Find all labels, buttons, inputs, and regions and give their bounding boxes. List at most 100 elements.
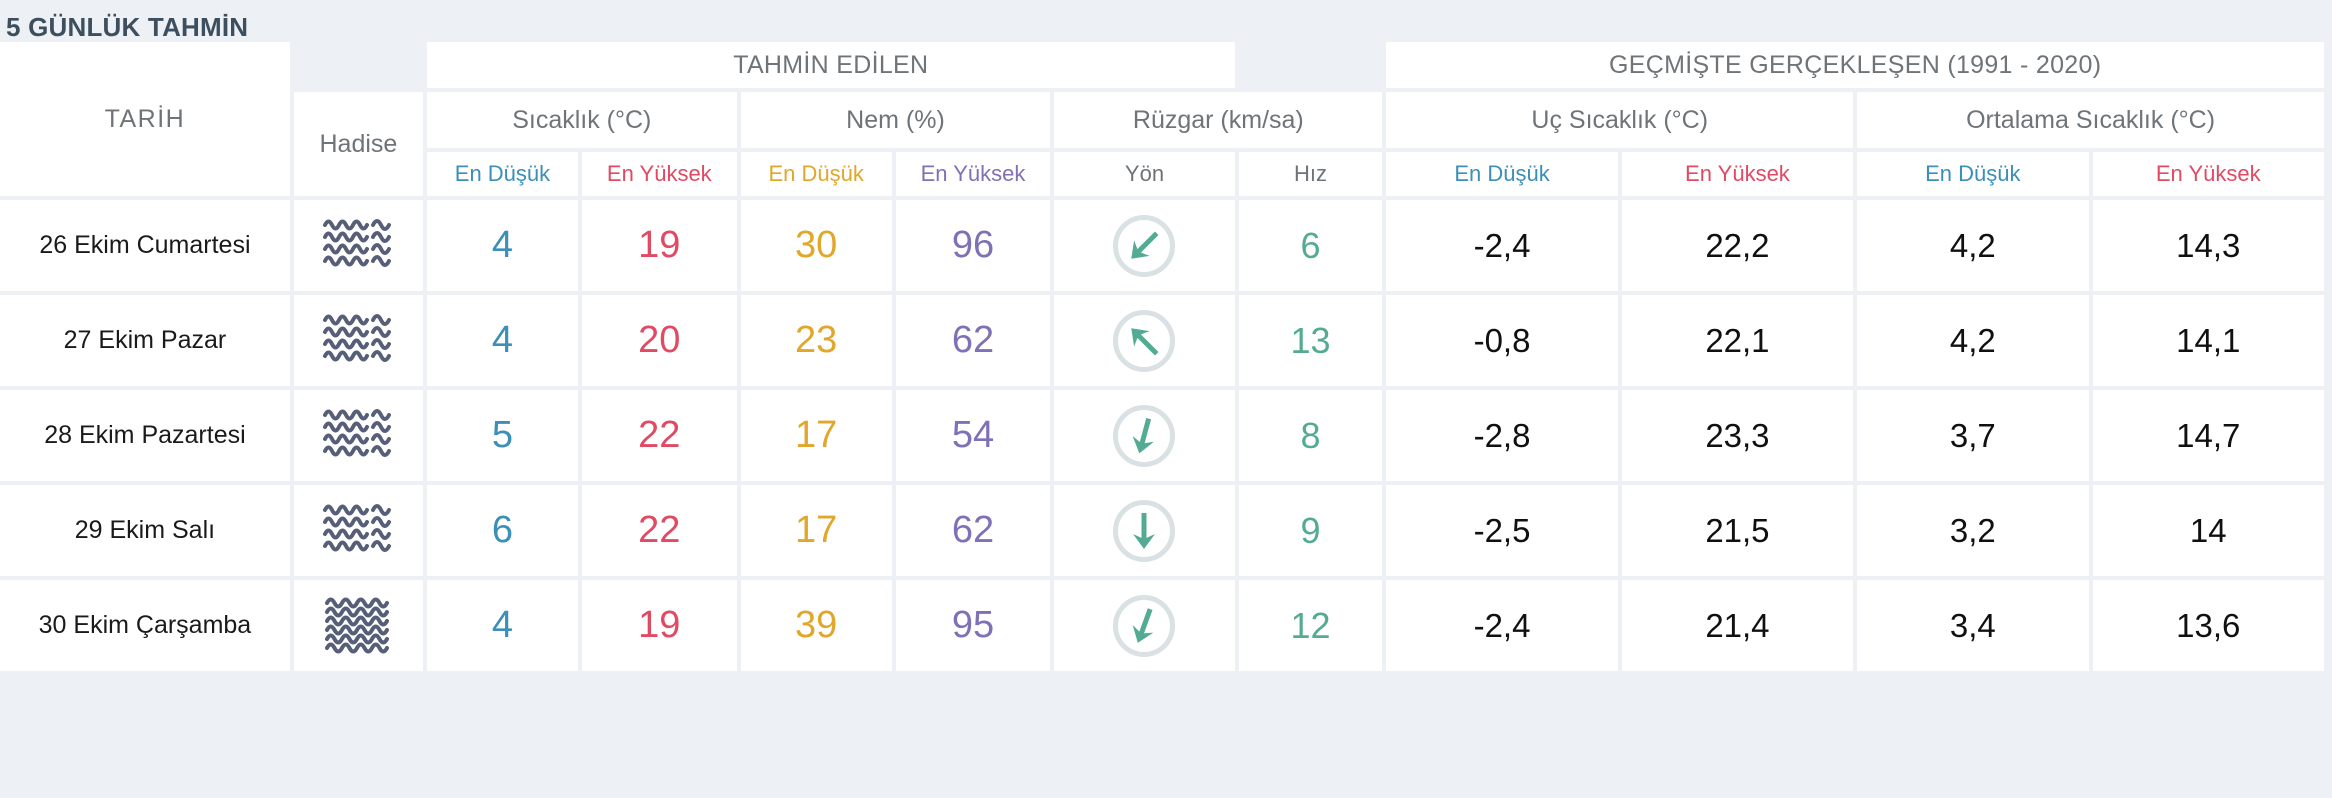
row-humidity-min: 30 [740, 200, 892, 291]
header-gap-spacer [1238, 42, 1383, 88]
row-hist-extreme-max: 23,3 [1621, 390, 1854, 481]
row-hist-extreme-min: -0,8 [1386, 295, 1618, 386]
table-head: TARİH TAHMİN EDİLEN GEÇMİŞTE GERÇEKLEŞEN… [0, 42, 2324, 196]
row-hist-extreme-max: 21,4 [1621, 580, 1854, 671]
row-weather-icon-cell [293, 295, 423, 386]
column-header-humidity-min: En Düşük [740, 152, 892, 196]
fog-icon [294, 485, 423, 576]
row-hist-extreme-min: -2,4 [1386, 580, 1618, 671]
column-header-average-min: En Düşük [1857, 152, 2089, 196]
subgroup-header-humidity: Nem (%) [740, 92, 1051, 148]
row-wind-speed: 6 [1238, 200, 1383, 291]
row-temp-max: 19 [581, 580, 737, 671]
wind-direction-dial [1054, 295, 1234, 386]
wind-direction-dial [1054, 200, 1234, 291]
table-row: 30 Ekim Çarşamba 4 19 39 95 12 -2,4 21,4 3,4 13,6 [0, 580, 2324, 671]
subgroup-header-average-temp: Ortalama Sıcaklık (°C) [1857, 92, 2324, 148]
row-wind-direction-cell [1054, 390, 1235, 481]
row-hist-average-max: 13,6 [2092, 580, 2324, 671]
row-date: 28 Ekim Pazartesi [0, 390, 290, 481]
column-header-humidity-max: En Yüksek [895, 152, 1051, 196]
row-humidity-min: 39 [740, 580, 892, 671]
table-row: 27 Ekim Pazar 4 20 23 62 13 -0,8 22,1 4,2 14,1 [0, 295, 2324, 386]
forecast-panel: 5 GÜNLÜK TAHMİN TARİH TAHMİN EDİLEN GEÇM… [0, 0, 2332, 798]
row-wind-direction-cell [1054, 200, 1235, 291]
row-humidity-max: 62 [895, 295, 1051, 386]
row-temp-max: 20 [581, 295, 737, 386]
row-weather-icon-cell [293, 485, 423, 576]
page-title: 5 GÜNLÜK TAHMİN [6, 12, 249, 42]
row-hist-average-min: 3,7 [1857, 390, 2089, 481]
wind-direction-dial [1054, 485, 1234, 576]
row-weather-icon-cell [293, 200, 423, 291]
arrow-south-southeast-icon [1113, 404, 1176, 467]
row-date: 26 Ekim Cumartesi [0, 200, 290, 291]
row-wind-direction-cell [1054, 485, 1235, 576]
subgroup-header-temperature: Sıcaklık (°C) [426, 92, 737, 148]
row-temp-min: 4 [426, 295, 578, 386]
forecast-table: TARİH TAHMİN EDİLEN GEÇMİŞTE GERÇEKLEŞEN… [0, 38, 2328, 675]
row-temp-min: 5 [426, 390, 578, 481]
header-row-subgroups: Hadise Sıcaklık (°C) Nem (%) Rüzgar (km/… [0, 92, 2324, 196]
column-header-average-max: En Yüksek [2092, 152, 2324, 196]
row-wind-speed: 12 [1238, 580, 1383, 671]
row-hist-average-min: 4,2 [1857, 200, 2089, 291]
table-row: 29 Ekim Salı 6 22 17 62 9 -2,5 21,5 3,2 14 [0, 485, 2324, 576]
row-temp-max: 22 [581, 390, 737, 481]
table-row: 26 Ekim Cumartesi 4 19 30 96 6 -2,4 22,2 4,2 14,3 [0, 200, 2324, 291]
fog-icon [294, 390, 423, 481]
row-hist-extreme-min: -2,8 [1386, 390, 1618, 481]
row-hist-extreme-max: 22,1 [1621, 295, 1854, 386]
row-date: 27 Ekim Pazar [0, 295, 290, 386]
fog-icon [294, 295, 423, 386]
column-header-tarih: TARİH [0, 42, 290, 196]
row-hist-average-max: 14 [2092, 485, 2324, 576]
row-wind-direction-cell [1054, 580, 1235, 671]
wind-direction-dial [1054, 390, 1234, 481]
row-date: 29 Ekim Salı [0, 485, 290, 576]
row-wind-speed: 8 [1238, 390, 1383, 481]
group-header-forecast: TAHMİN EDİLEN [426, 42, 1235, 88]
row-hist-average-max: 14,7 [2092, 390, 2324, 481]
arrow-southwest-icon [1113, 214, 1176, 277]
column-header-hadise: Hadise [293, 92, 423, 196]
row-humidity-min: 17 [740, 390, 892, 481]
row-hist-average-min: 3,4 [1857, 580, 2089, 671]
header-hadise-spacer-top [293, 42, 423, 88]
arrow-south-southwest-icon [1113, 594, 1176, 657]
row-weather-icon-cell [293, 390, 423, 481]
column-header-wind-speed: Hız [1238, 152, 1383, 196]
row-temp-max: 22 [581, 485, 737, 576]
row-humidity-min: 23 [740, 295, 892, 386]
row-hist-extreme-min: -2,5 [1386, 485, 1618, 576]
wind-direction-dial [1054, 580, 1234, 671]
row-humidity-max: 54 [895, 390, 1051, 481]
subgroup-header-extreme-temp: Uç Sıcaklık (°C) [1386, 92, 1854, 148]
row-hist-extreme-max: 21,5 [1621, 485, 1854, 576]
arrow-south-icon [1113, 499, 1176, 562]
row-hist-average-max: 14,1 [2092, 295, 2324, 386]
row-hist-average-min: 4,2 [1857, 295, 2089, 386]
row-temp-max: 19 [581, 200, 737, 291]
fog-icon [294, 200, 423, 291]
row-hist-average-max: 14,3 [2092, 200, 2324, 291]
row-humidity-max: 62 [895, 485, 1051, 576]
row-temp-min: 4 [426, 200, 578, 291]
row-weather-icon-cell [293, 580, 423, 671]
row-wind-direction-cell [1054, 295, 1235, 386]
column-header-wind-direction: Yön [1054, 152, 1235, 196]
row-humidity-max: 96 [895, 200, 1051, 291]
header-row-groups: TARİH TAHMİN EDİLEN GEÇMİŞTE GERÇEKLEŞEN… [0, 42, 2324, 196]
row-hist-average-min: 3,2 [1857, 485, 2089, 576]
row-humidity-min: 17 [740, 485, 892, 576]
row-hist-extreme-min: -2,4 [1386, 200, 1618, 291]
row-temp-min: 4 [426, 580, 578, 671]
arrow-northwest-icon [1113, 309, 1176, 372]
row-humidity-max: 95 [895, 580, 1051, 671]
table-row: 28 Ekim Pazartesi 5 22 17 54 8 -2,8 23,3 3,7 14,7 [0, 390, 2324, 481]
table-body: 26 Ekim Cumartesi 4 19 30 96 6 -2,4 22,2 4,2 14,3… [0, 200, 2324, 671]
row-temp-min: 6 [426, 485, 578, 576]
column-header-extreme-max: En Yüksek [1621, 152, 1854, 196]
row-date: 30 Ekim Çarşamba [0, 580, 290, 671]
row-hist-extreme-max: 22,2 [1621, 200, 1854, 291]
